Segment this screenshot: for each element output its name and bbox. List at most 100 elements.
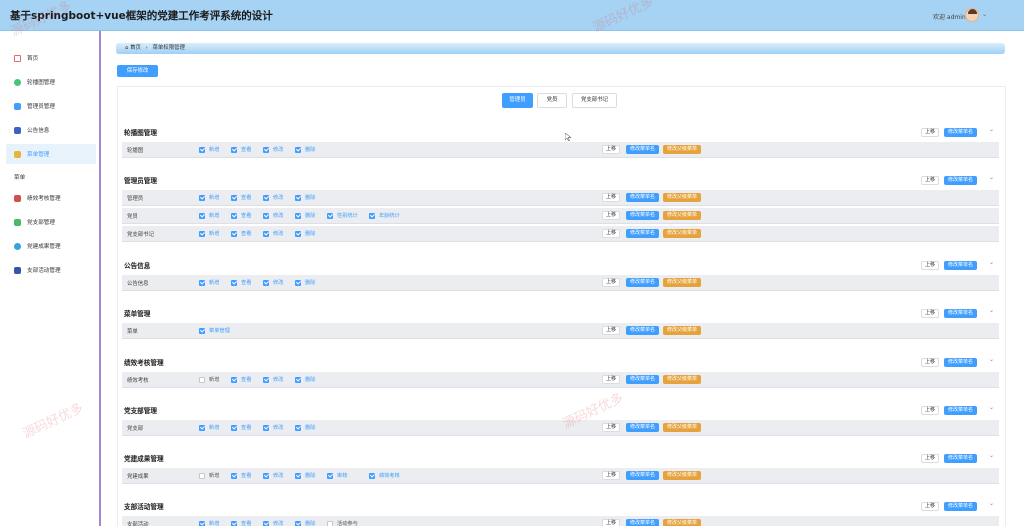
- sidebar-item[interactable]: 轮播图管理: [6, 72, 96, 92]
- sidebar-item[interactable]: 支部活动管理: [6, 260, 96, 280]
- module-rename-button[interactable]: 修改菜单名: [944, 128, 977, 137]
- permission-checkbox[interactable]: 查看: [231, 520, 251, 526]
- permission-checkbox[interactable]: 修改: [263, 146, 283, 153]
- checkbox-checked-icon[interactable]: [263, 212, 269, 219]
- avatar[interactable]: [965, 8, 979, 22]
- sidebar-item[interactable]: 党支部管理: [6, 212, 96, 232]
- permission-checkbox[interactable]: 删除: [295, 520, 315, 526]
- checkbox-checked-icon[interactable]: [263, 424, 269, 431]
- checkbox-checked-icon[interactable]: [327, 212, 333, 219]
- row-rename-button[interactable]: 修改菜单名: [626, 326, 659, 335]
- checkbox-checked-icon[interactable]: [263, 146, 269, 153]
- permission-checkbox[interactable]: 活动参与: [327, 520, 358, 526]
- chevron-down-icon[interactable]: ⌄: [982, 11, 987, 18]
- row-rename-button[interactable]: 修改菜单名: [626, 423, 659, 432]
- checkbox-checked-icon[interactable]: [295, 472, 301, 479]
- module-up-button[interactable]: 上移: [921, 406, 939, 415]
- module-up-button[interactable]: 上移: [921, 502, 939, 511]
- permission-checkbox[interactable]: 绩效考核: [369, 472, 400, 479]
- checkbox-checked-icon[interactable]: [231, 520, 237, 526]
- permission-checkbox[interactable]: 新增: [199, 472, 219, 479]
- sidebar-item[interactable]: 党建成果管理: [6, 236, 96, 256]
- permission-checkbox[interactable]: 查看: [231, 279, 251, 286]
- checkbox-checked-icon[interactable]: [263, 230, 269, 237]
- permission-checkbox[interactable]: 新增: [199, 146, 219, 153]
- row-up-button[interactable]: 上移: [602, 211, 620, 220]
- permission-checkbox[interactable]: 新增: [199, 376, 219, 383]
- permission-checkbox[interactable]: 查看: [231, 212, 251, 219]
- row-up-button[interactable]: 上移: [602, 193, 620, 202]
- checkbox-checked-icon[interactable]: [199, 194, 205, 201]
- row-parent-button[interactable]: 修改父级菜单: [663, 471, 701, 480]
- permission-checkbox[interactable]: 查看: [231, 230, 251, 237]
- permission-checkbox[interactable]: 新增: [199, 212, 219, 219]
- chevron-down-icon[interactable]: ⌄: [989, 452, 994, 459]
- checkbox-checked-icon[interactable]: [263, 279, 269, 286]
- permission-checkbox[interactable]: 删除: [295, 472, 315, 479]
- permission-checkbox[interactable]: 菜单管理: [199, 327, 230, 334]
- row-rename-button[interactable]: 修改菜单名: [626, 471, 659, 480]
- checkbox-checked-icon[interactable]: [199, 520, 205, 526]
- permission-checkbox[interactable]: 审核: [327, 472, 347, 479]
- permission-checkbox[interactable]: 删除: [295, 212, 315, 219]
- row-parent-button[interactable]: 修改父级菜单: [663, 211, 701, 220]
- checkbox-checked-icon[interactable]: [199, 327, 205, 334]
- permission-checkbox[interactable]: 删除: [295, 376, 315, 383]
- checkbox-checked-icon[interactable]: [327, 472, 333, 479]
- permission-checkbox[interactable]: 修改: [263, 520, 283, 526]
- checkbox-checked-icon[interactable]: [369, 472, 375, 479]
- role-tab[interactable]: 党员: [537, 93, 567, 108]
- module-rename-button[interactable]: 修改菜单名: [944, 309, 977, 318]
- checkbox-checked-icon[interactable]: [263, 194, 269, 201]
- chevron-down-icon[interactable]: ⌄: [989, 126, 994, 133]
- permission-checkbox[interactable]: 查看: [231, 146, 251, 153]
- permission-checkbox[interactable]: 删除: [295, 279, 315, 286]
- row-parent-button[interactable]: 修改父级菜单: [663, 229, 701, 238]
- checkbox-checked-icon[interactable]: [295, 230, 301, 237]
- row-rename-button[interactable]: 修改菜单名: [626, 145, 659, 154]
- breadcrumb-home[interactable]: ⌂ 首页: [125, 45, 141, 51]
- permission-checkbox[interactable]: 删除: [295, 424, 315, 431]
- row-parent-button[interactable]: 修改父级菜单: [663, 423, 701, 432]
- row-rename-button[interactable]: 修改菜单名: [626, 229, 659, 238]
- module-up-button[interactable]: 上移: [921, 309, 939, 318]
- module-rename-button[interactable]: 修改菜单名: [944, 261, 977, 270]
- checkbox-checked-icon[interactable]: [295, 279, 301, 286]
- permission-checkbox[interactable]: 修改: [263, 212, 283, 219]
- permission-checkbox[interactable]: 新增: [199, 279, 219, 286]
- module-rename-button[interactable]: 修改菜单名: [944, 502, 977, 511]
- sidebar-item[interactable]: 管理员管理: [6, 96, 96, 116]
- sidebar-item[interactable]: 首页: [6, 48, 96, 68]
- save-button[interactable]: 保存修改: [117, 65, 158, 77]
- checkbox-checked-icon[interactable]: [199, 424, 205, 431]
- permission-checkbox[interactable]: 修改: [263, 424, 283, 431]
- module-up-button[interactable]: 上移: [921, 261, 939, 270]
- chevron-down-icon[interactable]: ⌄: [989, 259, 994, 266]
- permission-checkbox[interactable]: 查看: [231, 376, 251, 383]
- permission-checkbox[interactable]: 修改: [263, 194, 283, 201]
- row-up-button[interactable]: 上移: [602, 229, 620, 238]
- row-rename-button[interactable]: 修改菜单名: [626, 375, 659, 384]
- permission-checkbox[interactable]: 新增: [199, 520, 219, 526]
- row-up-button[interactable]: 上移: [602, 145, 620, 154]
- checkbox-checked-icon[interactable]: [295, 376, 301, 383]
- permission-checkbox[interactable]: 修改: [263, 230, 283, 237]
- checkbox-checked-icon[interactable]: [295, 146, 301, 153]
- checkbox-checked-icon[interactable]: [231, 212, 237, 219]
- module-up-button[interactable]: 上移: [921, 358, 939, 367]
- row-rename-button[interactable]: 修改菜单名: [626, 211, 659, 220]
- module-rename-button[interactable]: 修改菜单名: [944, 358, 977, 367]
- checkbox-checked-icon[interactable]: [263, 376, 269, 383]
- chevron-down-icon[interactable]: ⌄: [989, 500, 994, 507]
- checkbox-checked-icon[interactable]: [199, 279, 205, 286]
- checkbox-checked-icon[interactable]: [231, 194, 237, 201]
- module-up-button[interactable]: 上移: [921, 128, 939, 137]
- checkbox-checked-icon[interactable]: [295, 424, 301, 431]
- checkbox-checked-icon[interactable]: [231, 376, 237, 383]
- chevron-down-icon[interactable]: ⌄: [989, 356, 994, 363]
- checkbox-unchecked-icon[interactable]: [327, 520, 333, 526]
- row-parent-button[interactable]: 修改父级菜单: [663, 278, 701, 287]
- permission-checkbox[interactable]: 查看: [231, 472, 251, 479]
- permission-checkbox[interactable]: 修改: [263, 376, 283, 383]
- permission-checkbox[interactable]: 修改: [263, 279, 283, 286]
